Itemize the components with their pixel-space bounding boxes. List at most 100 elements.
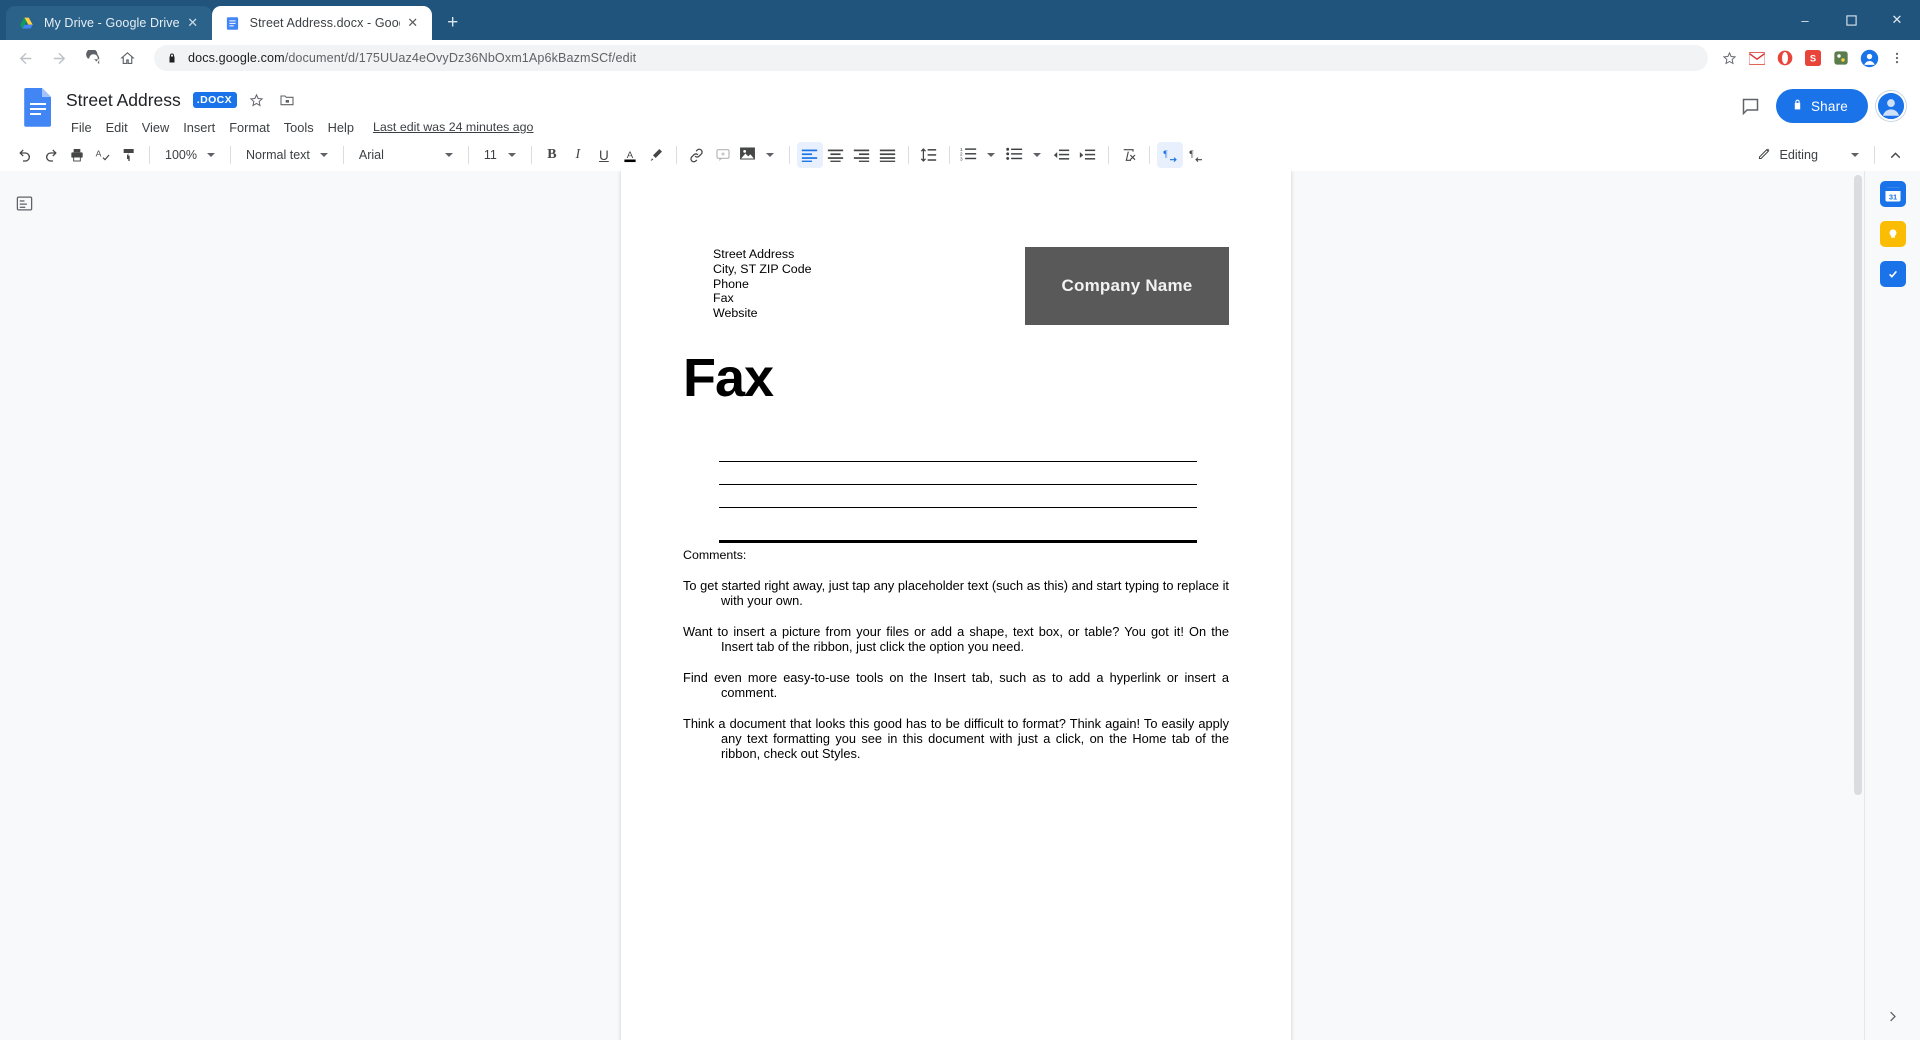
vertical-scrollbar[interactable]: [1852, 171, 1864, 1040]
share-button[interactable]: Share: [1775, 89, 1868, 123]
bold-button[interactable]: B: [539, 142, 565, 168]
highlight-icon[interactable]: [643, 142, 669, 168]
align-center-icon[interactable]: [823, 142, 849, 168]
url-text: docs.google.com/document/d/175UUaz4eOvyD…: [188, 51, 636, 65]
body-paragraph[interactable]: Think a document that looks this good ha…: [683, 716, 1229, 761]
redo-icon[interactable]: [38, 142, 64, 168]
menu-file[interactable]: File: [64, 117, 99, 138]
menu-edit[interactable]: Edit: [99, 117, 135, 138]
body-paragraph[interactable]: Find even more easy-to-use tools on the …: [683, 670, 1229, 700]
paragraph-style-dropdown[interactable]: Normal text: [238, 142, 336, 168]
omnibox-icons: S: [1716, 45, 1910, 71]
insert-image-dropdown[interactable]: [736, 142, 782, 168]
align-justify-icon[interactable]: [875, 142, 901, 168]
close-icon[interactable]: ✕: [404, 14, 422, 32]
chrome-menu-icon[interactable]: [1884, 45, 1910, 71]
chevron-right-icon[interactable]: [1885, 1009, 1900, 1028]
document-outline-icon[interactable]: [10, 189, 38, 217]
text-color-button[interactable]: A: [617, 142, 643, 168]
editing-mode-dropdown[interactable]: Editing: [1751, 142, 1867, 168]
close-icon[interactable]: ✕: [184, 14, 202, 32]
numbered-list-dropdown[interactable]: 123: [957, 142, 1003, 168]
insert-link-icon[interactable]: [684, 142, 710, 168]
increase-indent-icon[interactable]: [1075, 142, 1101, 168]
form-rule-line: [719, 484, 1197, 485]
align-right-icon[interactable]: [849, 142, 875, 168]
address-line: Street Address: [713, 247, 795, 261]
chevron-down-icon: [765, 153, 774, 157]
google-docs-logo[interactable]: [18, 87, 58, 131]
browser-tab-my-drive[interactable]: My Drive - Google Drive ✕: [6, 6, 212, 40]
numbered-list-icon: 123: [960, 146, 977, 164]
right-to-left-icon[interactable]: ¶: [1183, 142, 1209, 168]
form-rules: [719, 461, 1229, 508]
star-icon[interactable]: [244, 88, 268, 112]
minimize-button[interactable]: –: [1782, 0, 1828, 40]
close-window-button[interactable]: ✕: [1874, 0, 1920, 40]
profile-avatar-icon[interactable]: [1856, 45, 1882, 71]
zoom-dropdown[interactable]: 100%: [157, 142, 223, 168]
docs-header: Street Address .DOCX File Edit View Inse…: [0, 77, 1920, 139]
url-path: /document/d/175UUaz4eOvyDz36NbOxm1Ap6kBa…: [284, 51, 637, 65]
paint-format-icon[interactable]: [116, 142, 142, 168]
menu-view[interactable]: View: [135, 117, 177, 138]
add-comment-icon[interactable]: [710, 142, 736, 168]
spellcheck-icon[interactable]: A: [90, 142, 116, 168]
font-family-dropdown[interactable]: Arial: [351, 142, 461, 168]
home-icon[interactable]: [112, 43, 142, 73]
new-tab-button[interactable]: +: [438, 8, 468, 38]
menu-insert[interactable]: Insert: [176, 117, 222, 138]
last-edit-link[interactable]: Last edit was 24 minutes ago: [373, 120, 534, 134]
svg-text:S: S: [1810, 53, 1816, 63]
share-button-label: Share: [1810, 98, 1848, 114]
google-tasks-icon[interactable]: [1879, 261, 1906, 287]
company-name-box[interactable]: Company Name: [1025, 247, 1229, 325]
extension-icon[interactable]: [1828, 45, 1854, 71]
toolbar-separator: [948, 146, 950, 164]
align-left-icon[interactable]: [796, 142, 823, 168]
bulleted-list-dropdown[interactable]: [1003, 142, 1049, 168]
comment-history-icon[interactable]: [1734, 89, 1768, 123]
menu-tools[interactable]: Tools: [277, 117, 321, 138]
reload-icon[interactable]: [78, 43, 108, 73]
svg-text:¶: ¶: [1189, 150, 1194, 160]
s-extension-icon[interactable]: S: [1800, 45, 1826, 71]
docs-menu-bar: File Edit View Insert Format Tools Help …: [64, 115, 1906, 139]
back-icon[interactable]: [10, 43, 40, 73]
underline-button[interactable]: U: [591, 142, 617, 168]
menu-format[interactable]: Format: [222, 117, 277, 138]
menu-help[interactable]: Help: [321, 117, 361, 138]
print-icon[interactable]: [64, 142, 90, 168]
document-title[interactable]: Street Address: [64, 89, 183, 112]
decrease-indent-icon[interactable]: [1049, 142, 1075, 168]
body-paragraph[interactable]: Want to insert a picture from your files…: [683, 624, 1229, 654]
scrollbar-thumb[interactable]: [1854, 175, 1862, 795]
collapse-toolbar-button[interactable]: [1882, 142, 1908, 168]
document-page[interactable]: Street Address City, ST ZIP Code Phone F…: [621, 171, 1291, 1040]
line-spacing-icon[interactable]: [916, 142, 942, 168]
maximize-button[interactable]: [1828, 0, 1874, 40]
clear-formatting-icon[interactable]: [1116, 142, 1142, 168]
forward-icon[interactable]: [44, 43, 74, 73]
move-to-folder-icon[interactable]: [275, 88, 299, 112]
toolbar-right-group: Editing: [1751, 142, 1908, 168]
format-badge: .DOCX: [192, 92, 238, 108]
address-block[interactable]: Street Address City, ST ZIP Code Phone F…: [713, 247, 811, 321]
document-heading[interactable]: Fax: [683, 351, 1229, 405]
google-calendar-icon[interactable]: 31: [1879, 181, 1906, 207]
bookmark-star-icon[interactable]: [1716, 45, 1742, 71]
url-bar[interactable]: docs.google.com/document/d/175UUaz4eOvyD…: [154, 45, 1708, 71]
avatar[interactable]: [1876, 91, 1906, 121]
google-keep-icon[interactable]: [1879, 221, 1906, 247]
undo-icon[interactable]: [12, 142, 38, 168]
font-size-dropdown[interactable]: 11: [476, 142, 524, 168]
comments-label[interactable]: Comments:: [683, 548, 1229, 562]
gmail-icon[interactable]: [1744, 45, 1770, 71]
body-paragraph[interactable]: To get started right away, just tap any …: [683, 578, 1229, 608]
italic-button[interactable]: I: [565, 142, 591, 168]
opera-icon[interactable]: [1772, 45, 1798, 71]
browser-tab-title: My Drive - Google Drive: [44, 16, 180, 30]
toolbar-separator: [1148, 146, 1150, 164]
left-to-right-icon[interactable]: ¶: [1156, 142, 1183, 168]
browser-tab-street-address[interactable]: Street Address.docx - Google Do ✕: [211, 6, 432, 40]
